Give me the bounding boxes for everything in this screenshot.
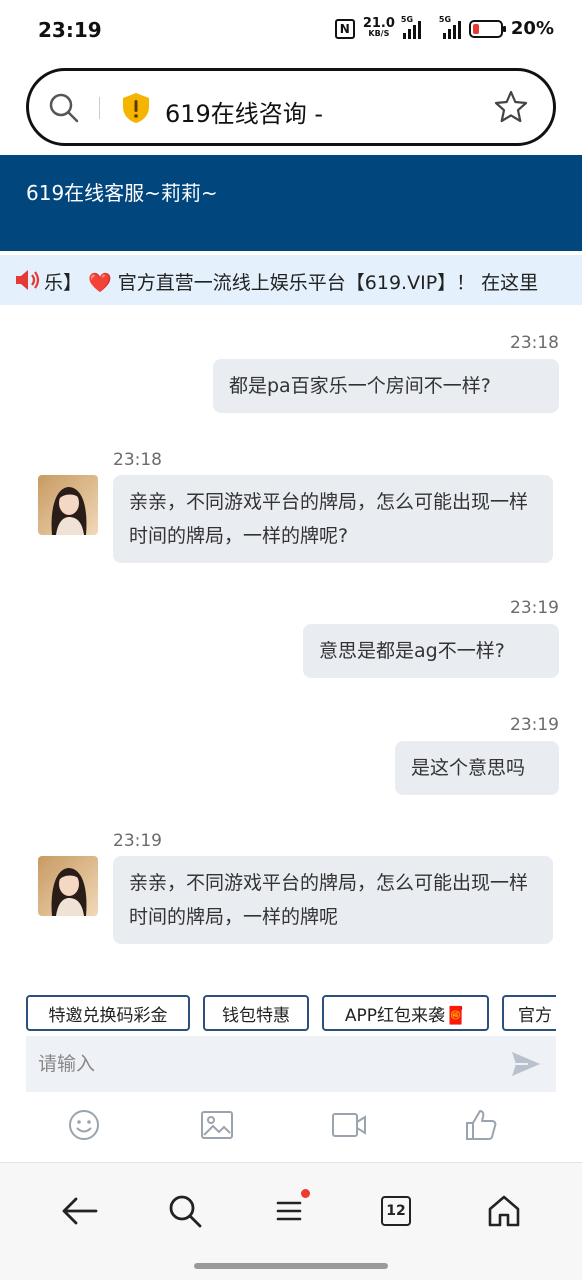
network-speed: 21.0 KB/S — [362, 15, 395, 39]
nfc-icon: N — [334, 18, 355, 39]
search-icon[interactable] — [47, 91, 81, 129]
home-indicator[interactable] — [194, 1263, 388, 1269]
input-toolbar — [0, 1100, 582, 1152]
menu-icon[interactable] — [268, 1189, 312, 1233]
announcement-body: 官方直营一流线上娱乐平台【619.VIP】！ 在这里 — [117, 272, 539, 294]
quick-reply-chip[interactable]: APP红包来袭🧧 — [322, 995, 489, 1031]
page-title[interactable]: 619在线咨询 - — [165, 94, 323, 129]
signal-icon: 5G — [435, 15, 461, 39]
status-bar: 23:19 N 21.0 KB/S 5G 5G 20% — [0, 0, 582, 62]
message-time: 23:18 — [113, 450, 162, 470]
message-bubble-outgoing[interactable]: 是这个意思吗 — [395, 741, 559, 795]
battery-percent: 20% — [510, 18, 554, 39]
agent-avatar[interactable] — [38, 475, 98, 535]
announcement-text: 乐】 ❤️ 官方直营一流线上娱乐平台【619.VIP】！ 在这里 — [44, 268, 538, 295]
smile-icon[interactable] — [67, 1108, 101, 1146]
quick-reply-chip[interactable]: 钱包特惠 — [203, 995, 309, 1031]
shield-icon[interactable] — [121, 91, 151, 129]
status-icons: N 21.0 KB/S 5G 5G 20% — [334, 15, 554, 39]
quick-reply-bar[interactable]: 特邀兑换码彩金 钱包特惠 APP红包来袭🧧 官方 — [26, 995, 556, 1033]
address-bar[interactable]: 619在线咨询 - — [26, 68, 556, 146]
back-arrow-icon[interactable] — [57, 1189, 101, 1233]
chat-area[interactable]: 23:18 都是pa百家乐一个房间不一样? 23:18 亲亲，不同游戏平台的牌局… — [0, 305, 582, 985]
announcement-prefix: 乐】 — [44, 272, 83, 294]
address-divider — [99, 97, 100, 119]
heart-icon: ❤️ — [88, 272, 112, 294]
network-speed-value: 21.0 — [362, 15, 395, 31]
message-bubble-incoming[interactable]: 亲亲，不同游戏平台的牌局，怎么可能出现一样时间的牌局，一样的牌呢 — [113, 856, 553, 944]
browser-bottom-nav: 12 — [0, 1162, 582, 1280]
chat-header-title: 619在线客服~莉莉~ — [26, 181, 218, 205]
star-icon[interactable] — [493, 89, 529, 129]
signal-icon: 5G — [401, 15, 421, 39]
status-time: 23:19 — [38, 18, 102, 42]
agent-avatar[interactable] — [38, 856, 98, 916]
message-input-box[interactable] — [26, 1036, 556, 1092]
signal-label: 5G — [400, 14, 414, 24]
signal-label: 5G — [438, 14, 452, 24]
message-time: 23:18 — [510, 333, 559, 353]
message-bubble-outgoing[interactable]: 都是pa百家乐一个房间不一样? — [213, 359, 559, 413]
battery-icon — [468, 19, 506, 38]
message-bubble-outgoing[interactable]: 意思是都是ag不一样? — [303, 624, 559, 678]
message-time: 23:19 — [510, 715, 559, 735]
message-time: 23:19 — [510, 598, 559, 618]
image-icon[interactable] — [199, 1108, 235, 1146]
search-icon[interactable] — [163, 1189, 207, 1233]
video-icon[interactable] — [330, 1108, 368, 1146]
message-bubble-incoming[interactable]: 亲亲，不同游戏平台的牌局，怎么可能出现一样时间的牌局，一样的牌呢? — [113, 475, 553, 563]
chat-header: 619在线客服~莉莉~ — [0, 155, 582, 251]
home-icon[interactable] — [482, 1189, 526, 1233]
send-icon[interactable] — [510, 1048, 542, 1084]
tabs-count: 12 — [381, 1196, 411, 1226]
notification-dot — [301, 1189, 310, 1198]
announcement-marquee: 乐】 ❤️ 官方直营一流线上娱乐平台【619.VIP】！ 在这里 — [0, 255, 582, 305]
quick-reply-chip[interactable]: 官方 — [502, 995, 556, 1031]
speaker-icon — [14, 268, 42, 296]
message-input[interactable] — [26, 1036, 496, 1092]
tabs-icon[interactable]: 12 — [374, 1189, 418, 1233]
thumbs-up-icon[interactable] — [463, 1108, 499, 1146]
quick-reply-chip[interactable]: 特邀兑换码彩金 — [26, 995, 190, 1031]
network-speed-unit: KB/S — [368, 28, 390, 38]
message-time: 23:19 — [113, 831, 162, 851]
